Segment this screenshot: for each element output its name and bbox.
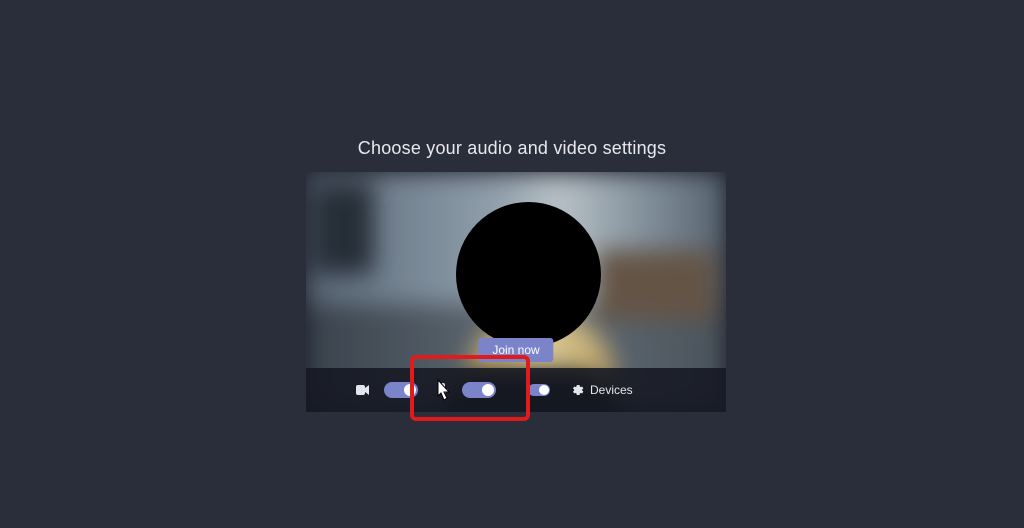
prejoin-controls: Devices	[306, 368, 726, 412]
join-now-button[interactable]: Join now	[478, 338, 553, 362]
devices-label: Devices	[590, 383, 633, 397]
gear-icon	[570, 383, 584, 397]
page-title: Choose your audio and video settings	[0, 138, 1024, 159]
face-redaction-circle	[456, 202, 601, 347]
prejoin-stage: Choose your audio and video settings Joi…	[0, 0, 1024, 528]
devices-button[interactable]: Devices	[570, 383, 633, 397]
background-effects-toggle[interactable]	[528, 384, 550, 396]
video-preview: Join now Devices	[306, 172, 726, 412]
camera-icon	[356, 384, 370, 396]
mic-toggle[interactable]	[462, 382, 496, 398]
mic-icon	[438, 383, 448, 397]
camera-toggle[interactable]	[384, 382, 418, 398]
